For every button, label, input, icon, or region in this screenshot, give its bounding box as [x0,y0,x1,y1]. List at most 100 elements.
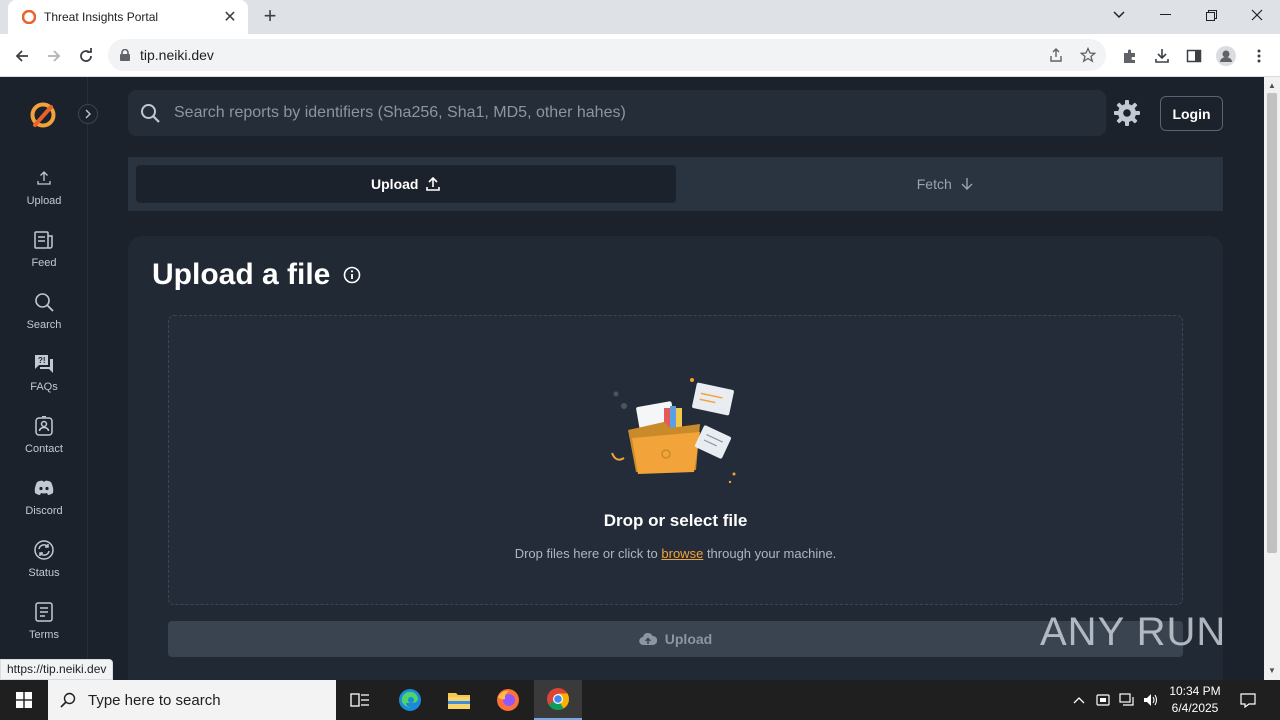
faq-icon: ?! [33,353,55,375]
firefox-icon[interactable] [484,680,532,720]
discord-icon [33,477,55,499]
scroll-thumb[interactable] [1267,93,1277,553]
url-text: tip.neiki.dev [140,47,214,63]
bookmark-star-icon[interactable] [1078,45,1098,65]
start-button[interactable] [0,680,48,720]
reload-button[interactable] [72,42,100,70]
sidebar-item-faqs[interactable]: ?! FAQs [0,353,88,405]
browser-menu-icon[interactable] [1248,45,1270,67]
upload-icon [33,167,55,189]
downloads-icon[interactable] [1151,45,1173,67]
sidebar-item-feed[interactable]: Feed [0,229,88,281]
file-dropzone[interactable]: Drop or select file Drop files here or c… [168,315,1183,605]
tray-app-icon[interactable] [1092,680,1114,720]
search-icon [60,692,76,708]
upload-submit-button[interactable]: Upload [168,621,1183,657]
back-button[interactable] [8,42,36,70]
sidebar-item-label: Terms [29,629,59,641]
page: Upload Feed Search ?! FAQs Contact Disco… [0,77,1264,680]
settings-gear-icon[interactable] [1114,100,1140,126]
link-status-bar: https://tip.neiki.dev [0,659,114,680]
sidebar-item-label: Discord [25,505,63,517]
scroll-up-arrow-icon[interactable]: ▲ [1264,79,1280,93]
sidebar-item-contact[interactable]: Contact [0,415,88,467]
sidebar-toggle-button[interactable] [78,104,98,124]
browser-tab-strip: Threat Insights Portal ✕ + [0,0,1280,34]
forward-button[interactable] [40,42,68,70]
taskbar-search-box[interactable]: Type here to search [48,680,336,720]
sidebar-item-search[interactable]: Search [0,291,88,343]
app-logo-icon[interactable] [29,101,57,129]
sidebar-item-status[interactable]: Status [0,539,88,591]
search-icon [33,291,55,313]
new-tab-button[interactable]: + [258,4,282,30]
dropzone-subtitle-before: Drop files here or click to [514,546,658,561]
edge-browser-icon[interactable] [386,680,434,720]
chrome-icon[interactable] [534,680,582,720]
upload-submit-label: Upload [664,631,713,647]
windows-logo-icon [16,692,32,708]
address-bar[interactable]: tip.neiki.dev [108,39,1106,71]
volume-icon[interactable] [1140,680,1162,720]
clock-date: 6/4/2025 [1171,701,1219,715]
share-icon[interactable] [1046,45,1066,65]
report-search-input[interactable] [174,104,1106,122]
sidebar-item-upload[interactable]: Upload [0,167,88,219]
watermark-text: ANY RUN [1040,610,1227,654]
close-tab-icon[interactable]: ✕ [222,7,238,27]
minimize-button[interactable] [1142,0,1188,30]
svg-text:?!: ?! [38,356,46,365]
feed-icon [33,229,55,251]
tray-chevron-up-icon[interactable] [1068,680,1090,720]
info-icon[interactable] [343,266,361,284]
chevron-right-icon [85,109,91,119]
terms-icon [33,601,55,623]
taskbar-clock[interactable]: 10:34 PM 6/4/2025 [1160,683,1230,717]
side-panel-icon[interactable] [1183,45,1205,67]
dropzone-subtitle-after: through your machine. [706,546,837,561]
sidebar-item-terms[interactable]: Terms [0,601,88,653]
close-window-button[interactable] [1234,0,1280,30]
tab-fetch[interactable]: Fetch [676,165,1216,203]
notification-icon[interactable] [1234,680,1262,720]
dropzone-title: Drop or select file [603,511,748,530]
task-view-icon[interactable] [336,680,384,720]
sidebar: Upload Feed Search ?! FAQs Contact Disco… [0,77,88,680]
download-arrow-icon [961,178,973,190]
profile-avatar-icon[interactable] [1215,45,1237,67]
restore-button[interactable] [1188,0,1234,30]
sidebar-item-label: Search [26,319,62,331]
tab-title: Threat Insights Portal [44,10,159,24]
tab-upload[interactable]: Upload [136,165,676,203]
sidebar-item-label: Status [28,567,60,579]
cloud-upload-icon [639,632,657,646]
windows-taskbar: Type here to search 10:34 PM 6/4/2025 [0,680,1280,720]
lock-icon [120,49,130,61]
tab-search-icon[interactable] [1096,0,1142,30]
tab-fetch-label: Fetch [916,176,952,192]
anyrun-watermark: ANY RUN [1040,610,1226,655]
folder-illustration-icon [611,378,736,483]
upload-fetch-switcher: Upload Fetch [128,157,1223,211]
sidebar-item-label: Contact [25,443,63,455]
page-scrollbar[interactable]: ▲ ▼ [1264,77,1280,680]
status-icon [33,539,55,561]
browse-link[interactable]: browse [661,546,703,561]
network-icon[interactable] [1116,680,1138,720]
browser-toolbar: tip.neiki.dev [0,34,1280,77]
upload-arrow-icon [426,177,441,191]
contact-icon [33,415,55,437]
login-button[interactable]: Login [1160,96,1223,131]
taskbar-search-placeholder: Type here to search [88,691,221,709]
extensions-icon[interactable] [1119,45,1141,67]
sidebar-item-label: Upload [26,195,62,207]
scroll-down-arrow-icon[interactable]: ▼ [1264,664,1280,678]
search-icon [141,104,160,123]
page-title: Upload a file [152,258,331,291]
file-explorer-icon[interactable] [435,680,483,720]
dropzone-subtitle: Drop files here or click to browse throu… [169,546,1182,561]
browser-tab[interactable]: Threat Insights Portal ✕ [8,0,248,34]
sidebar-item-discord[interactable]: Discord [0,477,88,529]
tab-upload-label: Upload [371,176,419,192]
favicon-icon [22,10,36,24]
